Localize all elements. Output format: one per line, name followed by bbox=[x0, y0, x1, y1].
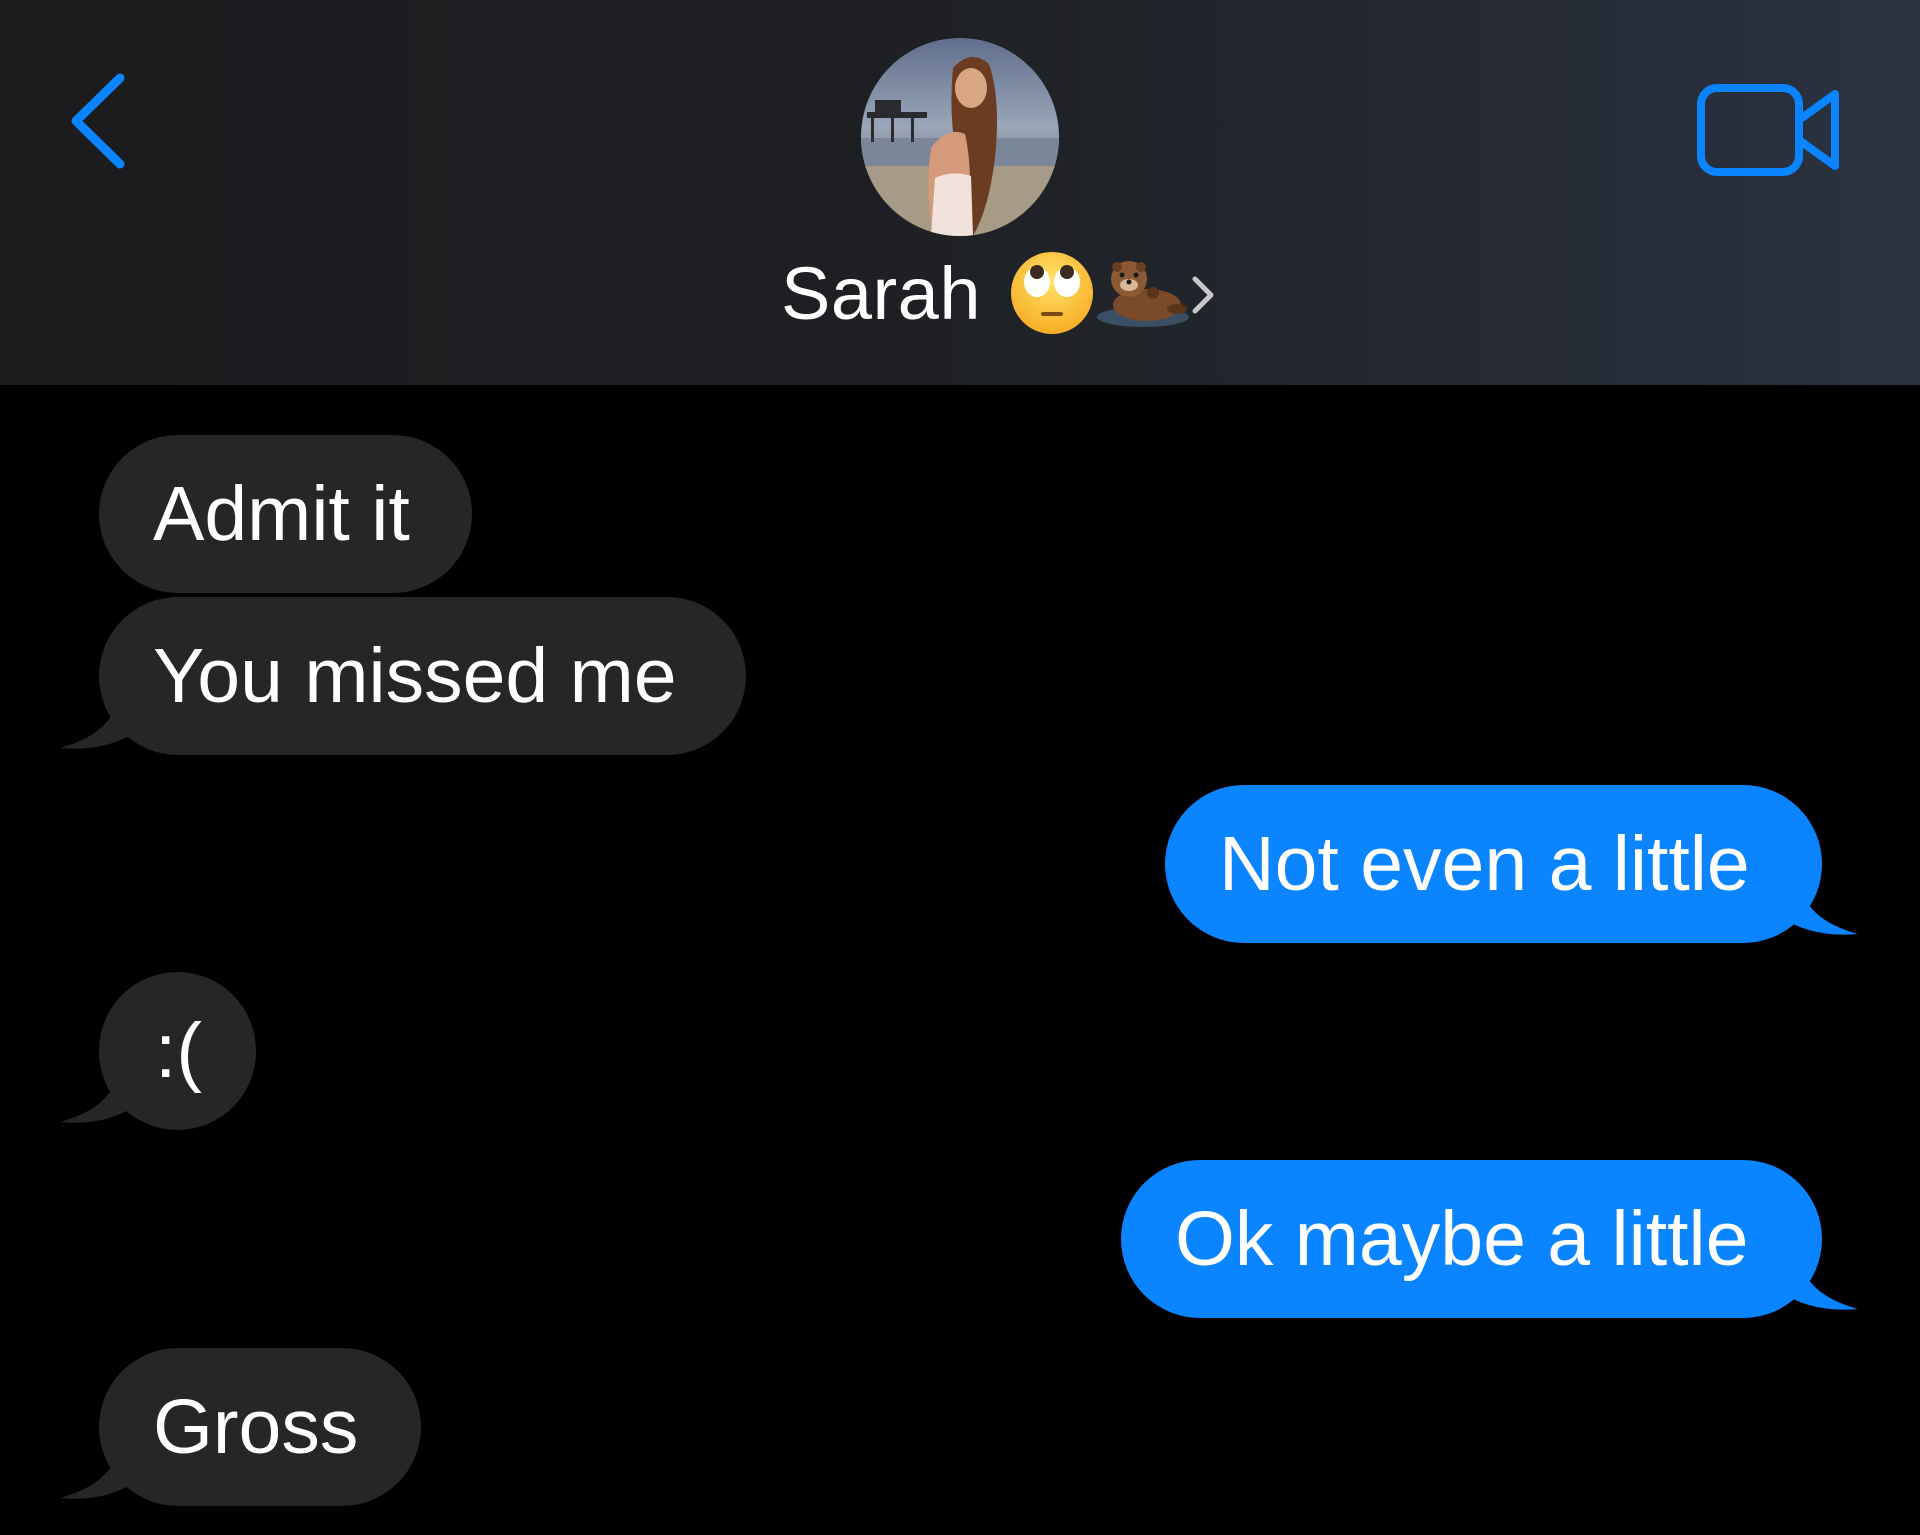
conversation-header: Sarah bbox=[0, 0, 1920, 385]
message-text: Not even a little bbox=[1219, 820, 1750, 907]
video-call-button[interactable] bbox=[1696, 80, 1844, 180]
video-camera-icon bbox=[1697, 84, 1839, 176]
eye-roll-emoji-icon bbox=[1010, 252, 1093, 334]
chevron-right-icon bbox=[1192, 276, 1214, 314]
message-bubble-outgoing[interactable]: Not even a little bbox=[1165, 785, 1822, 943]
bubble-tail bbox=[60, 690, 138, 749]
message-bubble-incoming[interactable]: Gross bbox=[99, 1348, 421, 1506]
otter-emoji-icon bbox=[1096, 261, 1189, 327]
message-bubble-incoming[interactable]: You missed me bbox=[99, 597, 746, 755]
message-bubble-outgoing[interactable]: Ok maybe a little bbox=[1121, 1160, 1822, 1318]
bubble-tail bbox=[60, 1440, 138, 1499]
message-text: :( bbox=[155, 1007, 203, 1094]
avatar-photo bbox=[861, 38, 1059, 236]
chevron-left-icon bbox=[71, 73, 125, 169]
message-text: You missed me bbox=[153, 632, 677, 719]
contact-avatar[interactable] bbox=[861, 38, 1059, 236]
message-bubble-incoming[interactable]: Admit it bbox=[99, 435, 472, 593]
message-text: Ok maybe a little bbox=[1175, 1195, 1749, 1282]
back-button[interactable] bbox=[60, 66, 140, 176]
bubble-tail bbox=[60, 1064, 138, 1123]
messages-screen: Sarah Admit it You missed me Not even a … bbox=[0, 0, 1920, 1535]
contact-name: Sarah bbox=[781, 251, 981, 335]
bubble-tail bbox=[1780, 1251, 1858, 1310]
contact-name-row[interactable]: Sarah bbox=[0, 248, 1920, 338]
bubble-tail bbox=[1780, 876, 1858, 935]
contact-emojis bbox=[1009, 250, 1219, 336]
message-text: Admit it bbox=[153, 470, 410, 557]
message-text: Gross bbox=[153, 1383, 359, 1470]
